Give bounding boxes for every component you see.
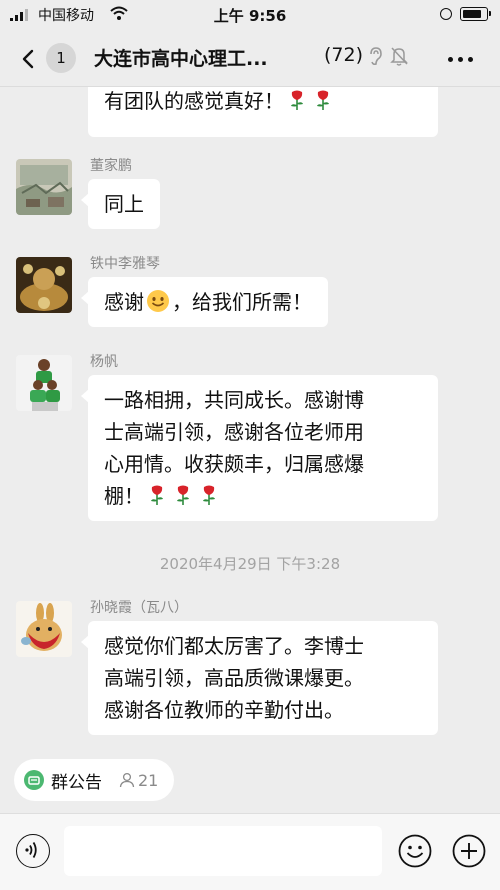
sender-name: 董家鹏 [90, 158, 132, 174]
message-line: 感谢各位教师的辛勤付出。 [104, 698, 344, 722]
message-text: 同上 [104, 192, 144, 216]
sender-name: 杨帆 [90, 354, 118, 370]
ear-icon [370, 47, 382, 66]
sender-name: 铁中李雅琴 [90, 256, 160, 272]
painting-avatar [16, 159, 72, 215]
time-divider: 2020年4月29日 下午3:28 [159, 555, 341, 573]
chat-title: 大连市高中心理工... [94, 48, 268, 70]
kids-avatar [16, 355, 72, 411]
avatar[interactable] [16, 159, 72, 215]
nav-bar: 1 大连市高中心理工... (72) [0, 30, 500, 87]
rose-icon [177, 485, 189, 505]
message-input[interactable] [64, 826, 382, 876]
message-bubble[interactable]: 同上 [81, 179, 160, 229]
message-line: 一路相拥，共同成长。感谢博 [104, 388, 364, 412]
voice-icon [25, 842, 37, 858]
emoji-icon[interactable] [398, 834, 432, 868]
group-notice-label: 群公告 [51, 772, 102, 793]
message-text: ，给我们所需！ [172, 290, 312, 314]
avatar[interactable] [16, 257, 72, 313]
smile-emoji-icon [147, 290, 169, 312]
status-bar: 中国移动 上午 9:56 [0, 0, 500, 30]
member-count: (72) [324, 44, 364, 66]
person-icon [119, 772, 135, 788]
megaphone-icon [24, 770, 44, 790]
message-text: 感谢 [104, 290, 144, 314]
voice-input-button[interactable] [16, 834, 50, 868]
plus-icon[interactable] [452, 834, 486, 868]
rabbit-avatar [16, 601, 72, 657]
back-button[interactable]: 1 [10, 42, 80, 74]
group-notice-button[interactable]: 群公告 21 [14, 759, 175, 801]
message-bubble[interactable]: 一路相拥，共同成长。感谢博 士高端引领，感谢各位老师用 心用情。收获颇丰，归属感… [81, 375, 438, 521]
message-line: 感觉你们都太厉害了。李博士 [104, 634, 364, 658]
rose-icon [317, 90, 329, 110]
battery-icon [460, 7, 491, 21]
rose-icon [151, 485, 163, 505]
message-line: 棚！ [104, 484, 144, 508]
message-bubble[interactable]: 感谢 ，给我们所需！ [81, 277, 328, 327]
input-toolbar [0, 813, 500, 890]
avatar[interactable] [16, 355, 72, 411]
sender-name: 孙晓霞（瓦八） [90, 600, 188, 616]
avatar[interactable] [16, 601, 72, 657]
message-bubble[interactable]: 感觉你们都太厉害了。李博士 高端引领，高品质微课爆更。 感谢各位教师的辛勤付出。 [81, 621, 438, 735]
notice-count-value: 21 [138, 770, 159, 790]
chevron-left-icon [22, 49, 34, 69]
message-line: 士高端引领，感谢各位老师用 [104, 420, 364, 444]
message-line: 高端引领，高品质微课爆更。 [104, 666, 364, 690]
message-text: 有团队的感觉真好！ [104, 89, 284, 113]
clock: 上午 9:56 [213, 7, 287, 25]
mute-bell-icon [390, 47, 408, 66]
message-line: 心用情。收获颇丰，归属感爆 [104, 452, 364, 476]
notice-count: 21 [119, 771, 158, 790]
unread-count-badge: 1 [46, 43, 76, 73]
rose-icon [291, 90, 303, 110]
message-bubble-partial[interactable]: 时精心指导，我们收获颇丰， 有团队的感觉真好！ [88, 87, 438, 137]
rotation-lock-icon [440, 8, 452, 20]
message-list[interactable]: 时精心指导，我们收获颇丰， 有团队的感觉真好！ 董家鹏 同上 铁中李雅琴 [0, 87, 500, 747]
buddha-avatar [16, 257, 72, 313]
more-options-button[interactable] [448, 57, 473, 62]
rose-icon [203, 485, 215, 505]
notice-bar: 群公告 21 [0, 747, 500, 813]
